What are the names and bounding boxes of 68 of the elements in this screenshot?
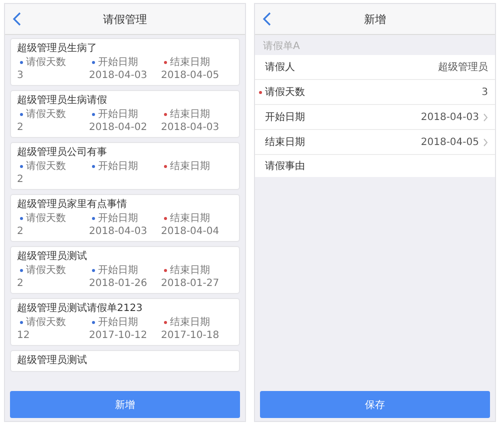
leave-card[interactable]: 超级管理员测试 — [10, 350, 240, 372]
form-value[interactable]: 2018-04-03 — [420, 112, 479, 122]
leave-card[interactable]: 超级管理员生病了 请假天数 3 开始日期 2018-04-03 结束日期 2018-04-05 — [10, 38, 240, 86]
field-value: 2 — [17, 278, 24, 289]
screen-title: 请假管理 — [103, 12, 147, 26]
card-title: 超级管理员家里有点事情 — [17, 198, 128, 212]
form-label: 请假事由 — [265, 160, 306, 173]
back-icon[interactable] — [13, 12, 21, 26]
field-value: 2018-01-27 — [161, 278, 220, 289]
field-label: 请假天数 — [26, 108, 66, 121]
form-label: 请假人 — [265, 60, 296, 74]
field-value: 2018-04-03 — [161, 122, 220, 133]
section-label: 请假单A — [263, 41, 300, 52]
field-label: 请假天数 — [26, 56, 66, 69]
form-value[interactable]: 2018-04-05 — [420, 136, 479, 148]
field-label: 开始日期 — [98, 316, 138, 329]
field-value: 12 — [17, 330, 30, 341]
field-label: 结束日期 — [170, 212, 210, 225]
card-title: 超级管理员生病了 — [17, 42, 98, 56]
form-row[interactable]: 请假天数 3 — [255, 80, 495, 105]
field-label: 开始日期 — [98, 160, 138, 173]
screen-title: 新增 — [364, 12, 386, 26]
field-value: 2018-04-03 — [89, 226, 148, 237]
field-label: 请假天数 — [26, 160, 66, 173]
field-label: 请假天数 — [26, 212, 66, 225]
field-label: 结束日期 — [170, 56, 210, 69]
leave-card[interactable]: 超级管理员公司有事 请假天数 2 开始日期 结束日期 — [10, 142, 240, 190]
card-title: 超级管理员测试 — [17, 354, 88, 368]
field-value: 2018-04-02 — [89, 122, 148, 133]
leave-card[interactable]: 超级管理员测试 请假天数 2 开始日期 2018-01-26 结束日期 2018-01-27 — [10, 246, 240, 294]
field-label: 开始日期 — [98, 212, 138, 225]
form-value: 3 — [482, 86, 488, 98]
field-label: 请假天数 — [26, 264, 66, 277]
leave-card[interactable]: 超级管理员测试请假单2123 请假天数 12 开始日期 2017-10-12 结束日期 2017-10-18 — [10, 298, 240, 346]
leave-card[interactable]: 超级管理员家里有点事情 请假天数 2 开始日期 2018-04-03 结束日期 2018-04-04 — [10, 194, 240, 242]
card-title: 超级管理员生病请假 — [17, 94, 108, 108]
field-value: 2017-10-12 — [89, 330, 148, 341]
form-row[interactable]: 请假人 超级管理员 — [255, 55, 495, 80]
form-value: 超级管理员 — [438, 60, 488, 74]
field-value: 2018-04-03 — [89, 70, 148, 81]
form-label: 请假天数 — [265, 86, 306, 99]
field-label: 结束日期 — [170, 316, 210, 329]
field-label: 请假天数 — [26, 316, 66, 329]
back-icon[interactable] — [263, 12, 271, 26]
card-title: 超级管理员测试 — [17, 250, 88, 264]
card-title: 超级管理员公司有事 — [17, 146, 108, 160]
field-value: 2018-04-04 — [161, 226, 220, 237]
field-value: 2 — [17, 226, 24, 237]
field-value: 2018-01-26 — [89, 278, 148, 289]
field-label: 开始日期 — [98, 108, 138, 121]
field-value: 2018-04-05 — [161, 70, 220, 81]
form-label: 开始日期 — [265, 110, 306, 124]
field-value: 2 — [17, 174, 24, 185]
leave-card[interactable]: 超级管理员生病请假 请假天数 2 开始日期 2018-04-02 结束日期 2018-04-03 — [10, 90, 240, 138]
required-dot — [259, 91, 262, 94]
field-label: 开始日期 — [98, 264, 138, 277]
field-label: 结束日期 — [170, 108, 210, 121]
form-label: 结束日期 — [265, 136, 306, 149]
card-title: 超级管理员测试请假单2123 — [17, 302, 144, 316]
form-row[interactable]: 开始日期 2018-04-03 — [255, 105, 495, 130]
form-row[interactable]: 请假事由 — [255, 155, 495, 177]
field-label: 结束日期 — [170, 264, 210, 277]
field-value: 2017-10-18 — [161, 330, 220, 341]
field-label: 开始日期 — [98, 56, 138, 69]
field-value: 2 — [17, 122, 24, 133]
field-label: 结束日期 — [170, 160, 210, 173]
field-value: 3 — [17, 70, 24, 81]
form-row[interactable]: 结束日期 2018-04-05 — [255, 130, 495, 155]
